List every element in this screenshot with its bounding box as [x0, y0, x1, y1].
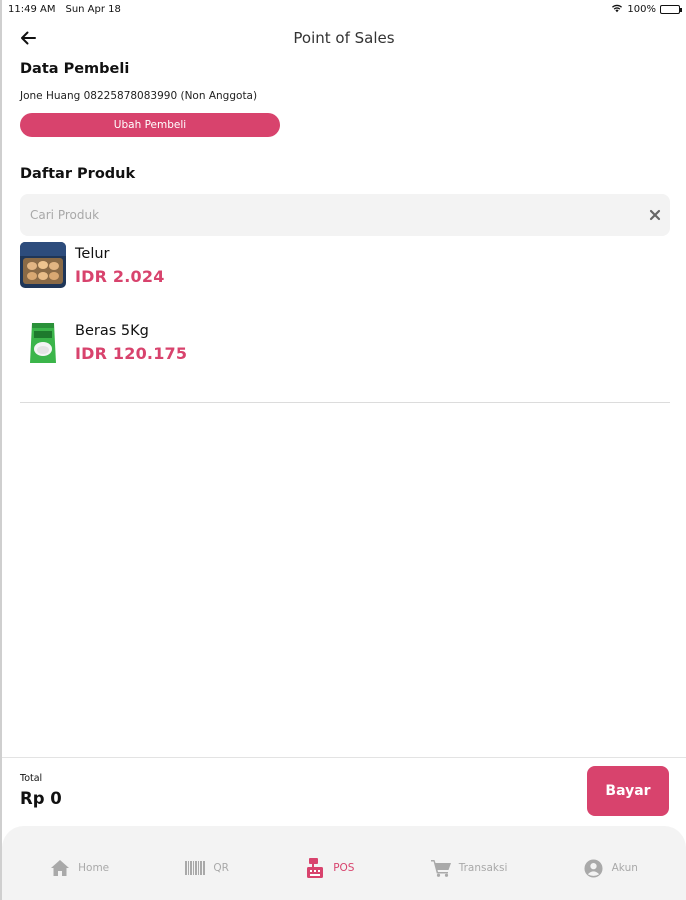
- nav-label: QR: [213, 862, 229, 874]
- product-name: Beras 5Kg: [75, 323, 149, 339]
- wifi-icon: [611, 3, 623, 16]
- home-icon: [50, 858, 70, 878]
- nav-item-transaksi[interactable]: Transaksi: [430, 848, 508, 878]
- nav-label: POS: [333, 862, 355, 874]
- battery-percentage: 100%: [627, 3, 656, 15]
- nav-item-home[interactable]: Home: [50, 848, 109, 878]
- clear-search-icon[interactable]: [640, 200, 670, 230]
- product-search-input[interactable]: [20, 194, 640, 236]
- rice-bag-thumbnail: [20, 319, 66, 365]
- top-nav: Point of Sales: [2, 24, 686, 54]
- status-date: Sun Apr 18: [65, 3, 121, 15]
- account-icon: [584, 858, 604, 878]
- product-item-beras[interactable]: Beras 5Kg IDR 120.175: [20, 319, 670, 396]
- nav-label: Home: [78, 862, 110, 874]
- total-label: Total: [20, 773, 43, 784]
- status-bar: 11:49 AM Sun Apr 18 100%: [2, 0, 686, 18]
- page-title: Point of Sales: [293, 29, 395, 47]
- product-search-box: [20, 194, 670, 236]
- nav-label: Akun: [611, 862, 638, 874]
- product-price: IDR 120.175: [75, 344, 188, 363]
- pay-button[interactable]: Bayar: [587, 766, 669, 816]
- product-list: Telur IDR 2.024 Beras 5Kg IDR 120.175: [20, 242, 670, 396]
- list-divider: [20, 402, 670, 403]
- change-buyer-button[interactable]: Ubah Pembeli: [20, 113, 280, 137]
- barcode-icon: [185, 858, 206, 878]
- eggs-thumbnail: [20, 242, 66, 288]
- cash-register-icon: [305, 858, 325, 878]
- status-right: 100%: [611, 3, 682, 16]
- status-time: 11:49 AM: [8, 3, 56, 15]
- cart-icon: [430, 858, 451, 878]
- product-text: Telur IDR 2.024: [75, 242, 165, 319]
- nav-item-pos[interactable]: POS: [305, 848, 354, 878]
- product-section-title: Daftar Produk: [20, 166, 136, 182]
- nav-item-qr[interactable]: QR: [185, 848, 229, 878]
- product-price: IDR 2.024: [75, 267, 165, 286]
- nav-label: Transaksi: [458, 862, 508, 874]
- total-value: Rp 0: [20, 789, 62, 808]
- battery-icon: [660, 4, 682, 14]
- buyer-section-title: Data Pembeli: [20, 61, 130, 77]
- product-item-telur[interactable]: Telur IDR 2.024: [20, 242, 670, 319]
- nav-item-akun[interactable]: Akun: [584, 848, 638, 878]
- bottom-nav: Home QR POS Transaksi Akun: [2, 826, 686, 900]
- product-text: Beras 5Kg IDR 120.175: [75, 319, 187, 396]
- footer-divider: [2, 757, 686, 758]
- product-name: Telur: [75, 246, 110, 262]
- buyer-info: Jone Huang 08225878083990 (Non Anggota): [20, 90, 258, 102]
